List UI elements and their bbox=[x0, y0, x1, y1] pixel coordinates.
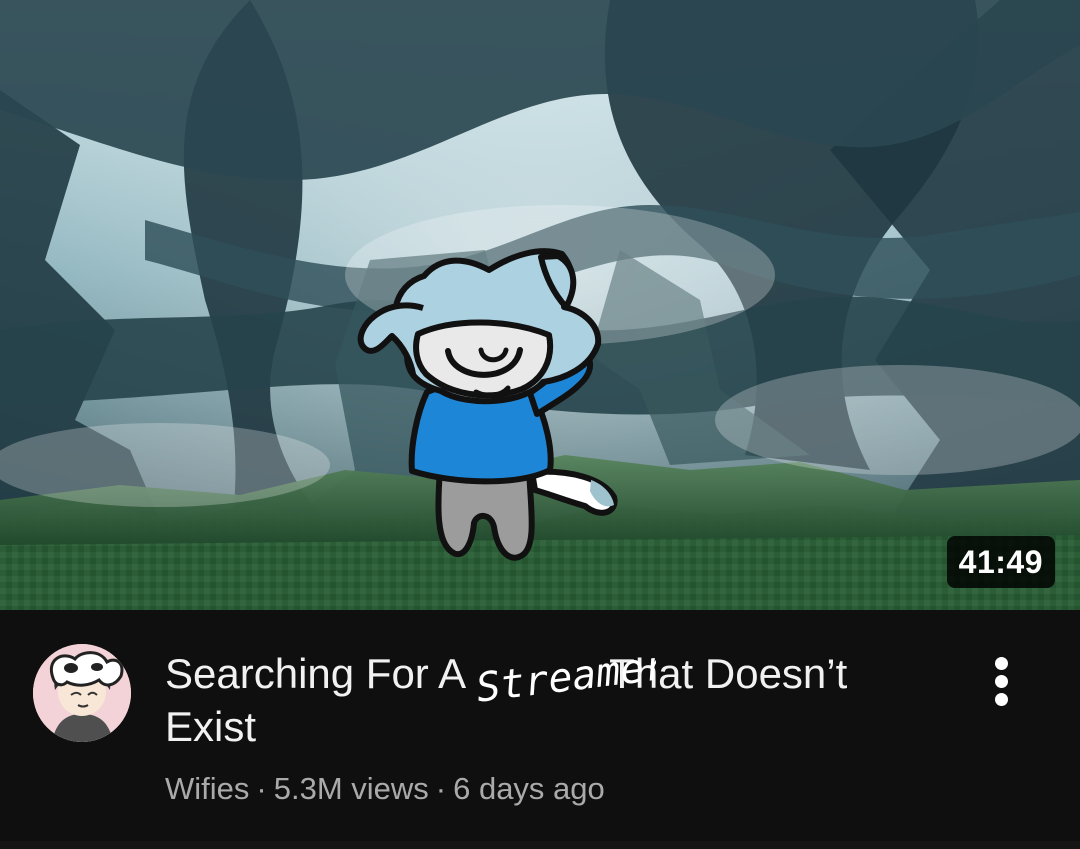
channel-avatar[interactable] bbox=[33, 644, 131, 742]
metadata-separator: · bbox=[256, 771, 267, 806]
view-count: 5.3M views bbox=[273, 771, 429, 806]
handwritten-title-word: Streamer bbox=[474, 642, 656, 711]
video-title[interactable]: Searching For A Streamer That Doesn’t Exis… bbox=[165, 642, 915, 753]
video-title-container[interactable]: Searching For A Streamer That Doesn’t Exis… bbox=[165, 642, 915, 753]
channel-name[interactable]: Wifies bbox=[165, 771, 249, 806]
more-options-button[interactable] bbox=[981, 651, 1027, 717]
video-card[interactable]: 41:49 Searching For A Streamer That Doesn’… bbox=[0, 0, 1080, 849]
video-title-start: Searching For A bbox=[165, 650, 467, 697]
metadata-separator: · bbox=[435, 771, 447, 806]
more-vert-icon bbox=[995, 693, 1008, 706]
video-thumbnail[interactable]: 41:49 bbox=[0, 0, 1080, 610]
handwritten-title-word-text: Streamer bbox=[474, 642, 656, 711]
handwritten-title-word-image: Streamer bbox=[474, 642, 656, 711]
video-stats: Wifies · 5.3M views · 6 days ago bbox=[165, 769, 605, 809]
thumbnail-image bbox=[0, 0, 1080, 610]
channel-avatar-image bbox=[33, 644, 131, 742]
video-duration-badge: 41:49 bbox=[946, 536, 1055, 588]
more-vert-icon bbox=[995, 657, 1008, 670]
more-vert-icon bbox=[995, 675, 1008, 688]
published-date: 6 days ago bbox=[453, 771, 605, 806]
video-metadata-row: Searching For A Streamer That Doesn’t Exis… bbox=[0, 610, 1080, 849]
next-item-edge bbox=[0, 841, 1080, 849]
